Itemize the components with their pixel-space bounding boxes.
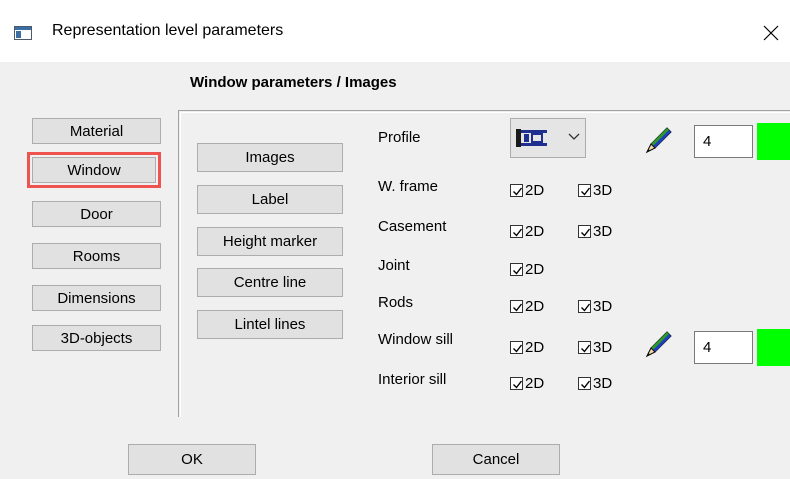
checkbox-label: 3D [593, 338, 613, 356]
checkbox-box [510, 340, 523, 354]
checkbox-label: 2D [525, 338, 545, 356]
rods-label: Rods [378, 294, 414, 311]
window-app-icon [14, 26, 32, 40]
chevron-down-icon [568, 133, 580, 140]
checkmark-icon [581, 228, 591, 237]
checkbox-label: 3D [593, 374, 613, 392]
w-frame-label: W. frame [378, 178, 439, 195]
checkmark-icon [513, 228, 523, 237]
pencil-icon[interactable] [643, 124, 675, 156]
checkmark-icon [513, 303, 523, 312]
joint-label: Joint [378, 257, 410, 274]
checkbox-box [578, 224, 591, 238]
label-button[interactable]: Label [197, 185, 343, 214]
checkbox-box [510, 224, 523, 238]
dialog-title: Representation level parameters [52, 22, 284, 39]
checkbox-label: 3D [593, 297, 613, 315]
checkbox-label: 2D [525, 374, 545, 392]
checkbox-label: 2D [525, 260, 545, 278]
checkbox-box [510, 376, 523, 390]
window-sill-label: Window sill [378, 331, 454, 348]
ok-button[interactable]: OK [128, 444, 256, 475]
close-button[interactable] [752, 14, 790, 52]
window-profile-icon [516, 129, 547, 147]
door-button[interactable]: Door [32, 201, 161, 227]
checkbox-label: 2D [525, 222, 545, 240]
close-icon [763, 25, 779, 41]
checkbox-label: 3D [593, 181, 613, 199]
height-marker-button[interactable]: Height marker [197, 227, 343, 256]
checkmark-icon [513, 380, 523, 389]
w-frame-3d-checkbox[interactable]: 3D [578, 181, 612, 199]
casement-3d-checkbox[interactable]: 3D [578, 222, 612, 240]
casement-label: Casement [378, 218, 447, 235]
images-button[interactable]: Images [197, 143, 343, 172]
checkbox-box [510, 299, 523, 313]
3d-objects-button[interactable]: 3D-objects [32, 325, 161, 351]
interior-sill-2d-checkbox[interactable]: 2D [510, 374, 544, 392]
profile-pen-color-swatch[interactable] [757, 123, 790, 160]
checkbox-box [510, 183, 523, 197]
checkmark-icon [513, 266, 523, 275]
checkbox-label: 2D [525, 181, 545, 199]
cancel-button[interactable]: Cancel [432, 444, 560, 475]
checkbox-box [510, 262, 523, 276]
title-bar: Representation level parameters [0, 0, 790, 62]
centre-line-button[interactable]: Centre line [197, 268, 343, 297]
interior-sill-3d-checkbox[interactable]: 3D [578, 374, 612, 392]
interior-sill-label: Interior sill [378, 371, 447, 388]
profile-pen-input[interactable] [694, 125, 753, 158]
checkbox-label: 2D [525, 297, 545, 315]
rooms-button[interactable]: Rooms [32, 243, 161, 269]
window-button[interactable]: Window [32, 157, 156, 183]
w-frame-2d-checkbox[interactable]: 2D [510, 181, 544, 199]
checkbox-label: 3D [593, 222, 613, 240]
profile-label: Profile [378, 129, 421, 146]
checkbox-box [578, 183, 591, 197]
dimensions-button[interactable]: Dimensions [32, 285, 161, 311]
joint-2d-checkbox[interactable]: 2D [510, 260, 544, 278]
checkmark-icon [581, 344, 591, 353]
rods-2d-checkbox[interactable]: 2D [510, 297, 544, 315]
checkmark-icon [513, 187, 523, 196]
checkmark-icon [581, 303, 591, 312]
lintel-lines-button[interactable]: Lintel lines [197, 310, 343, 339]
checkmark-icon [513, 344, 523, 353]
checkbox-box [578, 340, 591, 354]
casement-2d-checkbox[interactable]: 2D [510, 222, 544, 240]
checkbox-box [578, 376, 591, 390]
profile-combo[interactable] [510, 118, 586, 158]
sill-pen-input[interactable] [694, 331, 753, 364]
group-title: Window parameters / Images [190, 74, 397, 91]
window-sill-2d-checkbox[interactable]: 2D [510, 338, 544, 356]
material-button[interactable]: Material [32, 118, 161, 144]
checkmark-icon [581, 380, 591, 389]
checkmark-icon [581, 187, 591, 196]
sill-pen-color-swatch[interactable] [757, 329, 790, 366]
rods-3d-checkbox[interactable]: 3D [578, 297, 612, 315]
pencil-icon[interactable] [643, 328, 675, 360]
window-sill-3d-checkbox[interactable]: 3D [578, 338, 612, 356]
checkbox-box [578, 299, 591, 313]
